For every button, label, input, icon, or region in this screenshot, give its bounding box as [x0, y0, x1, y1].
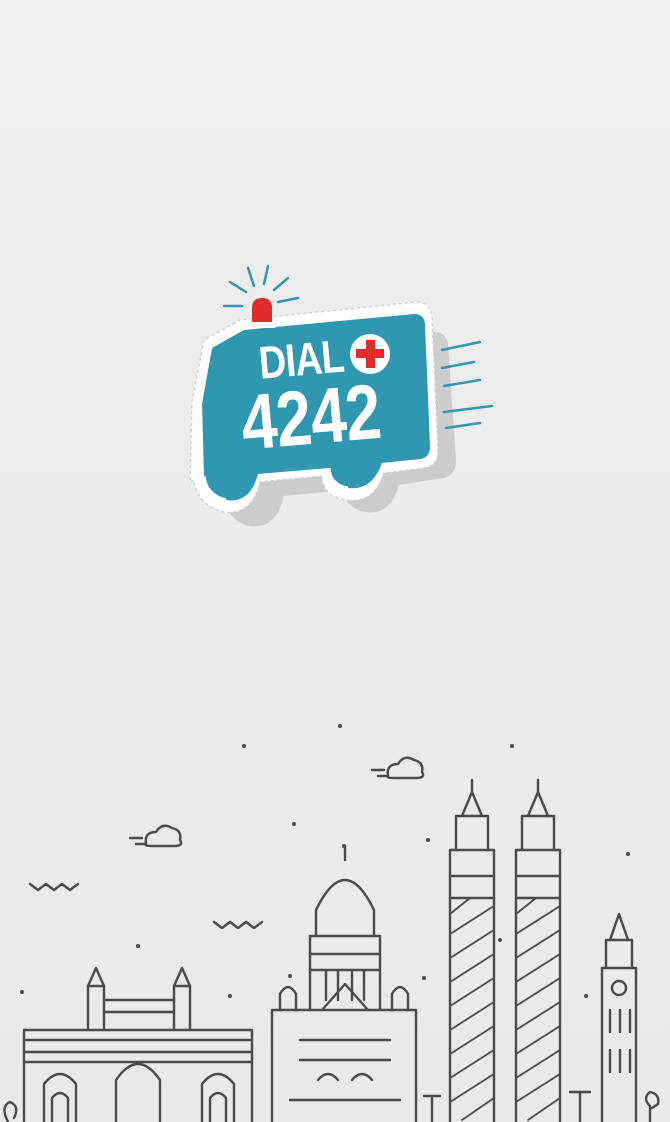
city-skyline-icon: [3, 724, 660, 1122]
app-logo: DIAL 4242: [180, 262, 500, 532]
logo-number: 4242: [237, 366, 384, 467]
splash-screen: DIAL 4242: [0, 0, 670, 1122]
city-skyline: [0, 700, 670, 1122]
